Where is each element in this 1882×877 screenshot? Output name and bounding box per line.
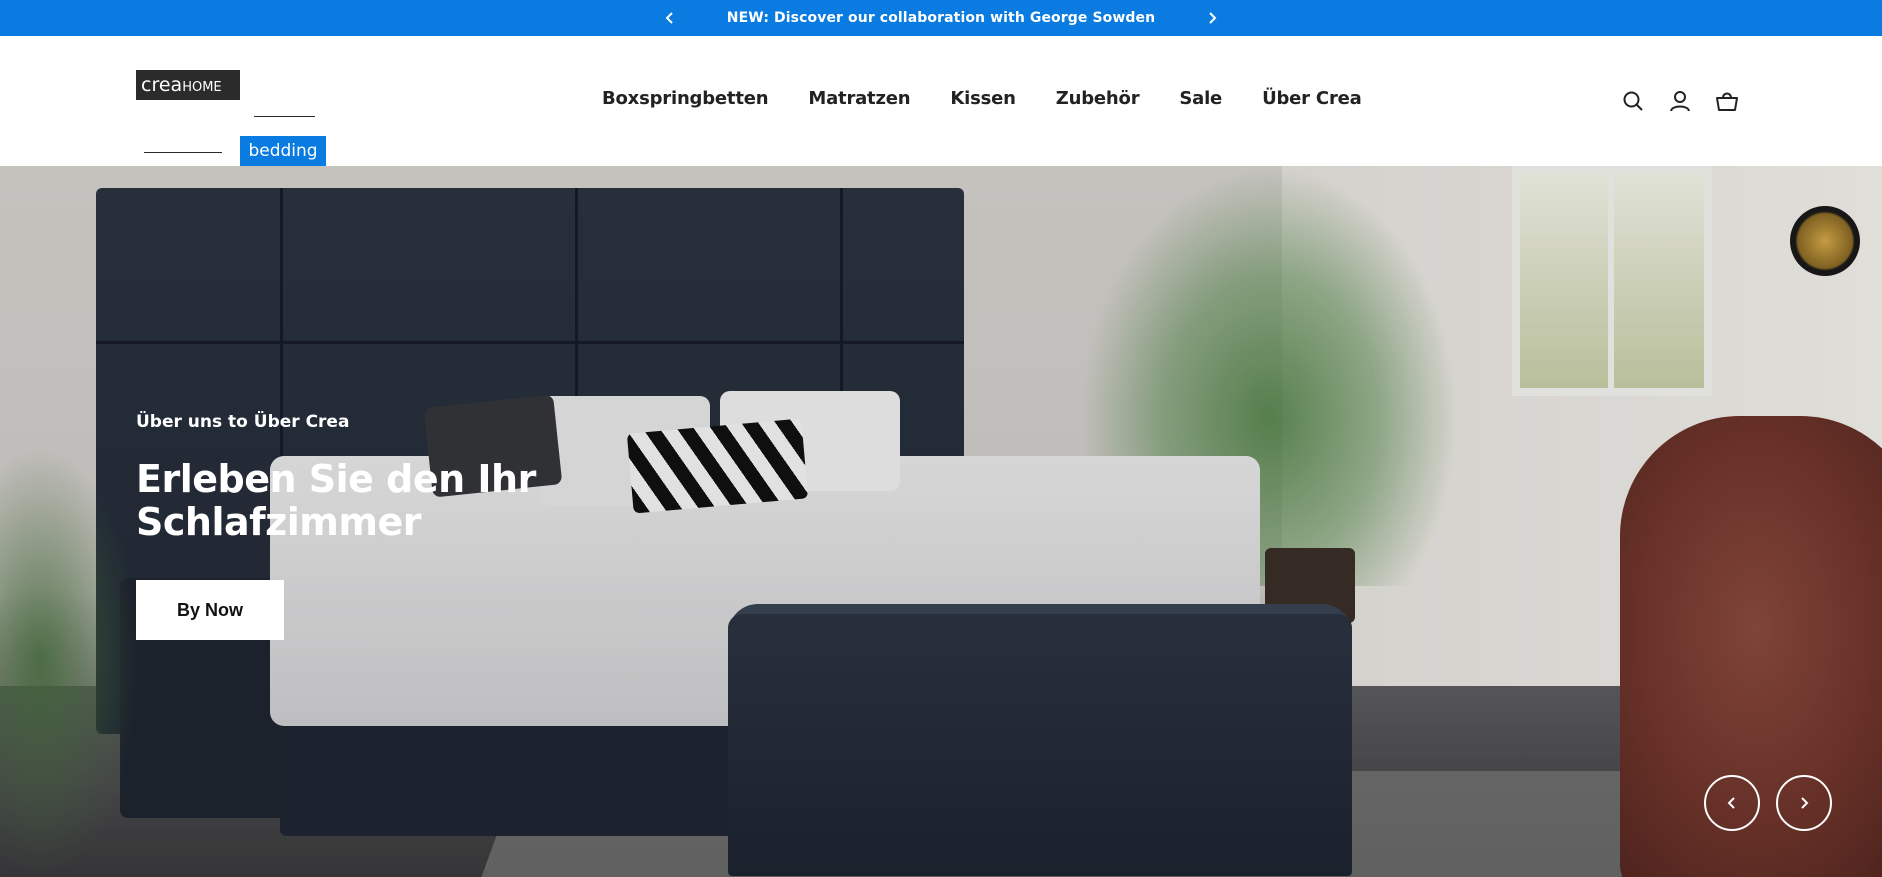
chevron-left-icon bbox=[665, 12, 673, 24]
chevron-left-icon bbox=[1727, 797, 1735, 809]
nav-item-boxspringbetten[interactable]: Boxspringbetten bbox=[602, 88, 769, 109]
logo-rule-top bbox=[254, 116, 315, 117]
announcement-bar: NEW: Discover our collaboration with Geo… bbox=[0, 0, 1882, 36]
hero-title: Erleben Sie den Ihr Schlafzimmer bbox=[136, 457, 536, 544]
chevron-right-icon bbox=[1801, 797, 1809, 809]
search-button[interactable] bbox=[1621, 89, 1645, 113]
logo-bedding-block: bedding bbox=[240, 136, 326, 167]
search-icon bbox=[1623, 91, 1643, 111]
logo-dark-block: creaHOME bbox=[136, 70, 240, 100]
nav-item-zubehoer[interactable]: Zubehör bbox=[1056, 88, 1140, 109]
chevron-right-icon bbox=[1209, 12, 1217, 24]
hero-subheading: Über uns to Über Crea bbox=[136, 412, 350, 432]
cart-button[interactable] bbox=[1715, 89, 1739, 113]
logo-crea-text: crea bbox=[141, 74, 183, 96]
account-button[interactable] bbox=[1668, 89, 1692, 113]
nav-item-sale[interactable]: Sale bbox=[1179, 88, 1222, 109]
account-icon bbox=[1670, 91, 1690, 112]
main-nav: Boxspringbetten Matratzen Kissen Zubehör… bbox=[602, 88, 1362, 109]
slider-next-button[interactable] bbox=[1776, 775, 1832, 831]
nav-item-ueber-crea[interactable]: Über Crea bbox=[1262, 88, 1362, 109]
hero-content: Über uns to Über Crea Erleben Sie den Ih… bbox=[136, 412, 656, 544]
announcement-prev-button[interactable] bbox=[659, 7, 681, 29]
hero-cta-button[interactable]: By Now bbox=[136, 580, 284, 640]
logo-home-text: HOME bbox=[182, 80, 222, 95]
logo[interactable]: creaHOME bedding bbox=[136, 70, 326, 167]
logo-rule-bottom bbox=[144, 152, 222, 153]
nav-item-kissen[interactable]: Kissen bbox=[950, 88, 1016, 109]
announcement-text[interactable]: NEW: Discover our collaboration with Geo… bbox=[727, 10, 1155, 26]
slider-prev-button[interactable] bbox=[1704, 775, 1760, 831]
site-header: creaHOME bedding Boxspringbetten Matratz… bbox=[0, 36, 1882, 167]
cart-icon bbox=[1716, 92, 1738, 111]
announcement-next-button[interactable] bbox=[1201, 7, 1223, 29]
nav-item-matratzen[interactable]: Matratzen bbox=[808, 88, 910, 109]
header-icons bbox=[1621, 89, 1739, 113]
